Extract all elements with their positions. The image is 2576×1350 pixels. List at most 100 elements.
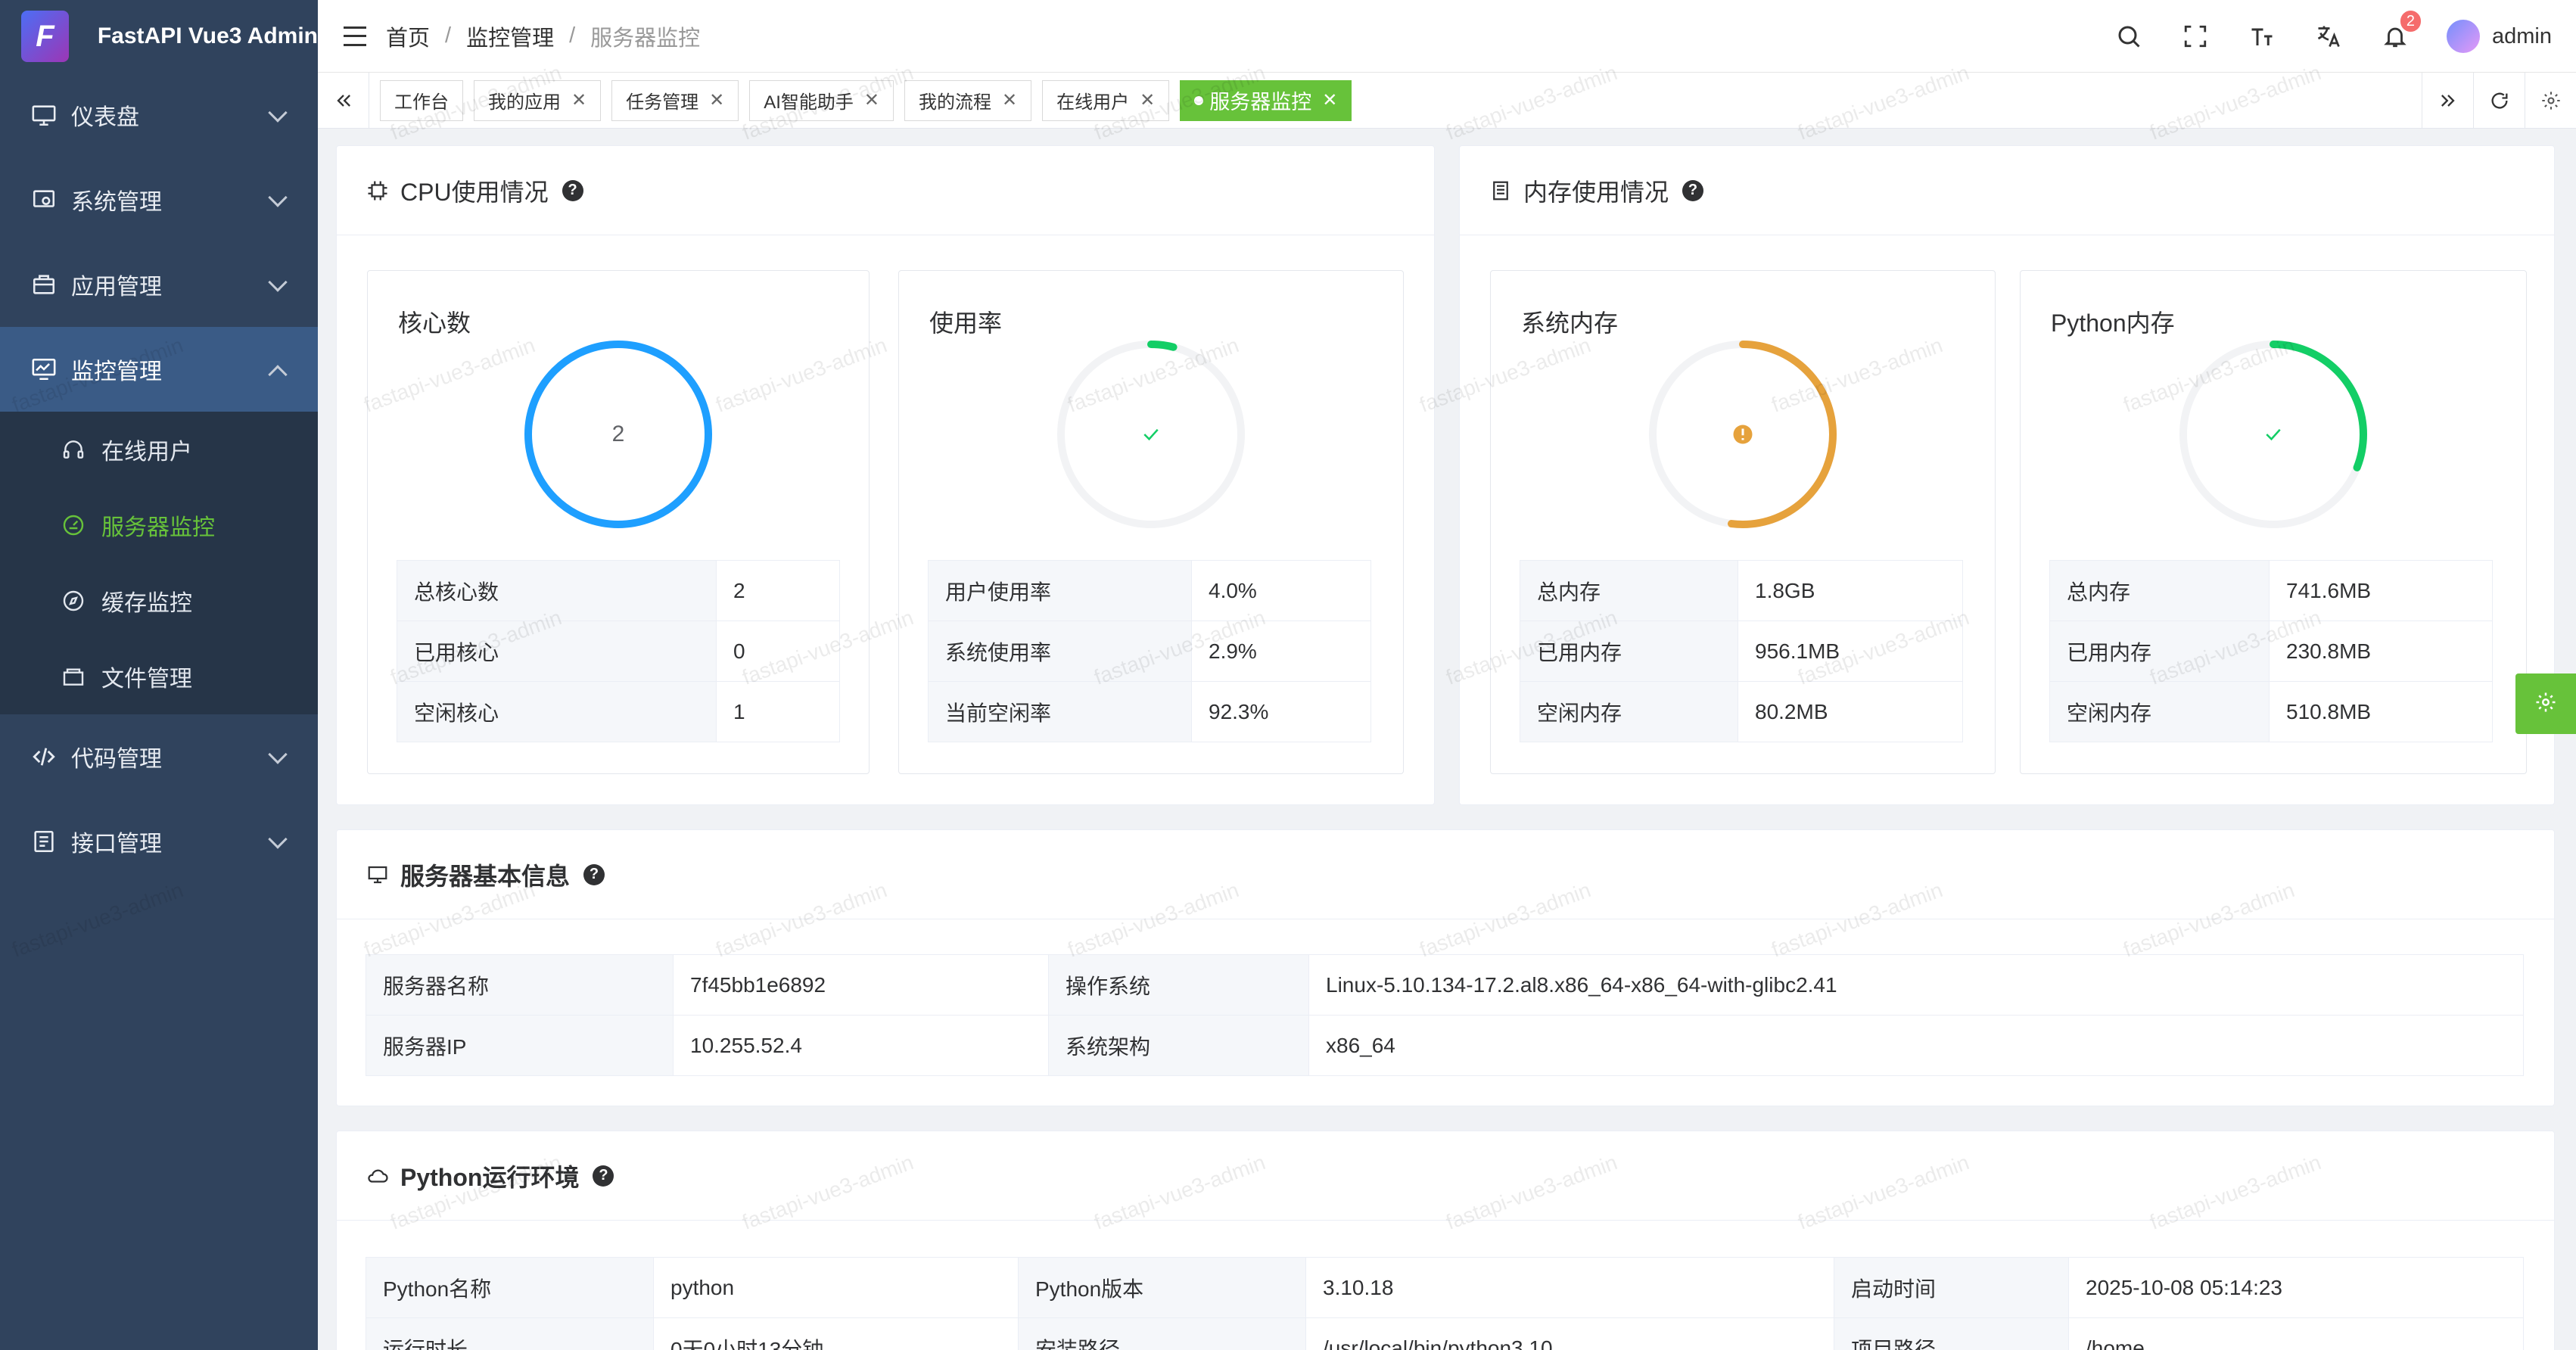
top-header: 首页 / 监控管理 / 服务器监控 2 admin [318,0,2576,73]
fullscreen-icon[interactable] [2179,20,2212,53]
system-memory-panel: 系统内存 总内存 1.8GB 已用内存 956.1MB 空闲内存 80.2MB [1490,270,1996,774]
sidebar-item-cache-monitor[interactable]: 缓存监控 [0,563,318,639]
sidebar-item-code[interactable]: 代码管理 [0,714,318,799]
usage-title: 使用率 [929,310,1003,337]
table-value: 0 [716,621,840,682]
tab-server-monitor[interactable]: 服务器监控 ✕ [1180,79,1352,121]
tab-workbench[interactable]: 工作台 [380,79,463,121]
table-row: 服务器IP 10.255.52.4 系统架构 x86_64 [366,1015,2524,1076]
table-row: 已用核心 0 [397,621,840,682]
sidebar-item-monitor[interactable]: 监控管理 [0,327,318,412]
table-key: 操作系统 [1048,954,1309,1016]
tab-online-users[interactable]: 在线用户 ✕ [1042,79,1170,121]
logo[interactable]: F FastAPI Vue3 Admin [0,0,318,73]
refresh-icon[interactable] [2473,73,2525,129]
close-icon[interactable]: ✕ [864,89,879,111]
table-row: 空闲内存 80.2MB [1520,681,1963,742]
headset-icon [61,437,86,462]
table-row: Python名称 python Python版本 3.10.18 启动时间 20… [366,1257,2524,1318]
sidebar-item-label: 监控管理 [71,359,162,384]
breadcrumb-current: 服务器监控 [590,26,701,51]
help-icon[interactable]: ? [583,863,605,885]
font-size-icon[interactable] [2245,20,2279,53]
close-icon[interactable]: ✕ [1322,89,1337,111]
table-key: 已用核心 [397,621,717,682]
table-key: 用户使用率 [928,560,1192,621]
sidebar-item-file-manager[interactable]: 文件管理 [0,639,318,714]
table-value: 2.9% [1191,621,1371,682]
table-value: x86_64 [1308,1015,2524,1076]
search-icon[interactable] [2112,20,2145,53]
table-row: 总内存 741.6MB [2049,560,2493,621]
table-value: 230.8MB [2269,621,2493,682]
table-key: 服务器名称 [366,954,674,1016]
table-row: 运行时长 0天0小时13分钟 安装路径 /usr/local/bin/pytho… [366,1317,2524,1350]
floating-settings-button[interactable] [2515,673,2576,734]
sys-memory-title: 系统内存 [1521,310,1619,337]
translate-icon[interactable] [2312,20,2345,53]
help-icon[interactable]: ? [1682,179,1704,201]
server-info-title: 服务器基本信息 [400,862,571,890]
help-icon[interactable]: ? [593,1165,614,1187]
table-value: 1.8GB [1738,560,1963,621]
cores-table: 总核心数 2 已用核心 0 空闲核心 1 [397,560,840,742]
close-icon[interactable]: ✕ [1002,89,1017,111]
table-key: 已用内存 [2049,621,2270,682]
tabs-scroll-left-icon[interactable] [318,72,369,129]
table-key: Python名称 [366,1257,654,1318]
python-env-title: Python运行环境 [400,1163,580,1191]
table-value: 2 [716,560,840,621]
server-info-header: 服务器基本信息 ? [337,830,2554,919]
help-icon[interactable]: ? [562,179,583,201]
sidebar-item-label: 系统管理 [71,190,162,215]
table-row: 空闲核心 1 [397,681,840,742]
sidebar-item-label: 接口管理 [71,832,162,857]
tab-my-apps[interactable]: 我的应用 ✕ [474,79,602,121]
chevron-down-icon [268,272,288,292]
tab-task-manager[interactable]: 任务管理 ✕ [611,79,739,121]
sidebar-item-dashboard[interactable]: 仪表盘 [0,73,318,157]
sidebar-item-server-monitor[interactable]: 服务器监控 [0,487,318,563]
table-key: 已用内存 [1520,621,1738,682]
table-key: 启动时间 [1834,1257,2069,1318]
table-row: 用户使用率 4.0% [928,560,1371,621]
tabs-scroll-right-icon[interactable] [2422,73,2473,129]
sidebar-item-label: 代码管理 [71,747,162,772]
table-value: 0天0小时13分钟 [653,1317,1019,1350]
sidebar-item-label: 缓存监控 [101,591,192,616]
sidebar-item-api[interactable]: 接口管理 [0,799,318,884]
table-key: 空闲内存 [1520,681,1738,742]
notification-bell-icon[interactable]: 2 [2378,11,2421,53]
sidebar-item-label: 应用管理 [71,275,162,300]
sidebar-item-online-users[interactable]: 在线用户 [0,412,318,487]
sidebar-item-app[interactable]: 应用管理 [0,242,318,327]
tab-label: 我的应用 [488,92,561,113]
table-value: 2025-10-08 05:14:23 [2068,1257,2524,1318]
tab-label: AI智能助手 [764,92,854,113]
username[interactable]: admin [2492,24,2552,49]
py-memory-gauge [2175,336,2372,533]
settings-gear-icon[interactable] [2525,73,2576,129]
memory-card: 内存使用情况 ? 系统内存 总内存 1.8GB 已用内存 956.1MB 空闲内存 8… [1459,145,2555,805]
monitor-submenu: 在线用户 服务器监控 缓存监控 文件管理 [0,412,318,714]
tab-my-flow[interactable]: 我的流程 ✕ [904,79,1032,121]
table-value: 741.6MB [2269,560,2493,621]
close-icon[interactable]: ✕ [1140,89,1155,111]
breadcrumb-monitor[interactable]: 监控管理 [466,20,554,52]
sidebar-item-system[interactable]: 系统管理 [0,157,318,242]
table-value: 956.1MB [1738,621,1963,682]
sidebar-item-label: 服务器监控 [101,515,215,540]
chevron-down-icon [268,103,288,123]
breadcrumb-home[interactable]: 首页 [386,20,430,52]
close-icon[interactable]: ✕ [709,89,724,111]
tab-label: 服务器监控 [1209,91,1312,114]
table-value: /usr/local/bin/python3.10 [1305,1317,1834,1350]
avatar[interactable] [2447,20,2480,53]
py-memory-table: 总内存 741.6MB 已用内存 230.8MB 空闲内存 510.8MB [2049,560,2493,742]
table-key: 安装路径 [1018,1317,1306,1350]
menu-toggle-icon[interactable] [344,26,366,46]
warning-icon [1644,336,1841,533]
tab-ai-assistant[interactable]: AI智能助手 ✕ [749,79,894,121]
close-icon[interactable]: ✕ [571,89,586,111]
table-key: 总核心数 [397,560,717,621]
